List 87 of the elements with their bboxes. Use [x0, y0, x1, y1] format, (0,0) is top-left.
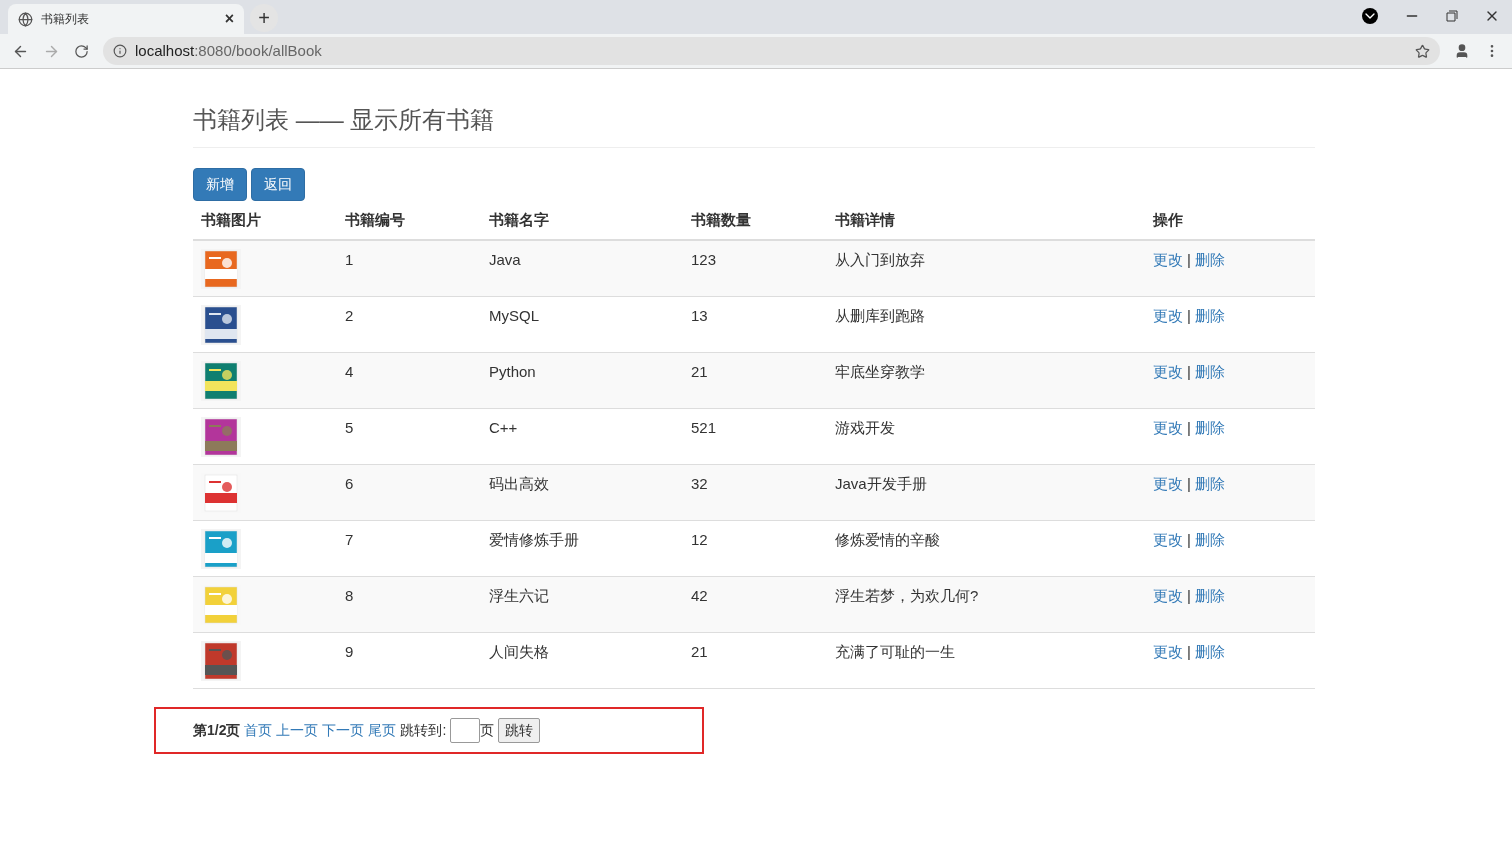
action-button[interactable]: 新增 — [193, 168, 247, 201]
table-cell: 5 — [345, 419, 354, 436]
table-cell: 21 — [691, 643, 708, 660]
url-text: localhost:8080/book/allBook — [135, 40, 322, 61]
table-cell: 7 — [345, 531, 354, 548]
column-header: 书籍数量 — [690, 209, 752, 230]
table-cell: 521 — [691, 419, 717, 436]
table-cell: 浮生若梦，为欢几何? — [835, 587, 979, 604]
address-bar[interactable]: localhost:8080/book/allBook — [103, 37, 1440, 65]
table-cell: 2 — [345, 307, 354, 324]
page-unit: 页 — [480, 721, 495, 740]
table-cell: 从入门到放弃 — [835, 251, 925, 268]
bookmark-star-icon[interactable] — [1415, 43, 1430, 59]
table-cell: 9 — [345, 643, 354, 660]
pagination-link[interactable]: 尾页 — [368, 720, 397, 741]
separator: | — [1187, 474, 1191, 494]
new-tab-button[interactable]: + — [250, 4, 278, 32]
separator: | — [1187, 418, 1191, 438]
table-cell: 6 — [345, 475, 354, 492]
globe-icon — [18, 11, 33, 27]
separator: | — [1187, 362, 1191, 382]
column-header: 书籍名字 — [488, 209, 550, 230]
table-cell: 牢底坐穿教学 — [835, 363, 925, 380]
table-cell: 4 — [345, 363, 354, 380]
table-cell: 8 — [345, 587, 354, 604]
table-cell: Java — [489, 251, 521, 268]
table-cell: 123 — [691, 251, 717, 268]
edit-link[interactable]: 更改 — [1153, 529, 1183, 552]
column-header: 书籍详情 — [834, 209, 896, 230]
column-header: 操作 — [1152, 209, 1184, 230]
delete-link[interactable]: 删除 — [1194, 585, 1225, 608]
delete-link[interactable]: 删除 — [1194, 529, 1225, 552]
table-cell: 42 — [691, 587, 708, 604]
action-button[interactable]: 返回 — [251, 168, 305, 201]
table-cell: 32 — [691, 475, 708, 492]
tab-title: 书籍列表 — [41, 11, 90, 28]
edit-link[interactable]: 更改 — [1153, 361, 1183, 384]
delete-link[interactable]: 删除 — [1194, 361, 1225, 384]
jump-label: 跳转到: — [400, 721, 447, 740]
delete-link[interactable]: 删除 — [1194, 305, 1225, 328]
edit-link[interactable]: 更改 — [1153, 249, 1183, 272]
edit-link[interactable]: 更改 — [1153, 417, 1183, 440]
table-cell: 12 — [691, 531, 708, 548]
table-cell: Java开发手册 — [835, 475, 927, 492]
separator: | — [1187, 530, 1191, 550]
separator: | — [1187, 586, 1191, 606]
separator: | — [1187, 306, 1191, 326]
page-input[interactable] — [450, 718, 481, 743]
close-button[interactable]: × — [224, 11, 234, 27]
profile-dropdown-icon[interactable] — [1362, 8, 1378, 24]
browser-tab[interactable]: 书籍列表 × — [8, 4, 244, 34]
column-header: 书籍图片 — [200, 209, 262, 230]
table-cell: Python — [489, 363, 536, 380]
restore-icon[interactable] — [1446, 10, 1458, 22]
table-cell: MySQL — [489, 307, 539, 324]
table-cell: 浮生六记 — [489, 587, 549, 604]
edit-link[interactable]: 更改 — [1153, 641, 1183, 664]
jump-button[interactable]: 跳转 — [498, 718, 541, 743]
table-cell: 码出高效 — [489, 475, 549, 492]
table-cell: 21 — [691, 363, 708, 380]
pagination-link[interactable]: 下一页 — [322, 720, 365, 741]
table-cell: C++ — [489, 419, 518, 436]
page-indicator: 第1/2页 — [193, 721, 241, 740]
edit-link[interactable]: 更改 — [1153, 585, 1183, 608]
profile-icon[interactable] — [1454, 43, 1470, 59]
page-title: 书籍列表 —— 显示所有书籍 — [193, 105, 496, 135]
table-cell: 游戏开发 — [835, 419, 895, 436]
info-icon — [113, 44, 127, 58]
table-cell: 人间失格 — [489, 643, 549, 660]
delete-link[interactable]: 删除 — [1194, 641, 1225, 664]
delete-link[interactable]: 删除 — [1194, 417, 1225, 440]
pagination-link[interactable]: 首页 — [244, 720, 273, 741]
table-cell: 爱情修炼手册 — [489, 531, 579, 548]
delete-link[interactable]: 删除 — [1194, 473, 1225, 496]
edit-link[interactable]: 更改 — [1153, 305, 1183, 328]
table-cell: 1 — [345, 251, 354, 268]
table-cell: 从删库到跑路 — [835, 307, 925, 324]
column-header: 书籍编号 — [344, 209, 406, 230]
table-cell: 13 — [691, 307, 708, 324]
table-cell: 修炼爱情的辛酸 — [835, 531, 940, 548]
edit-link[interactable]: 更改 — [1153, 473, 1183, 496]
pagination-link[interactable]: 上一页 — [276, 720, 319, 741]
table-cell: 充满了可耻的一生 — [835, 643, 955, 660]
delete-link[interactable]: 删除 — [1194, 249, 1225, 272]
reload-icon[interactable] — [74, 43, 89, 59]
separator: | — [1187, 642, 1191, 662]
separator: | — [1187, 250, 1191, 270]
